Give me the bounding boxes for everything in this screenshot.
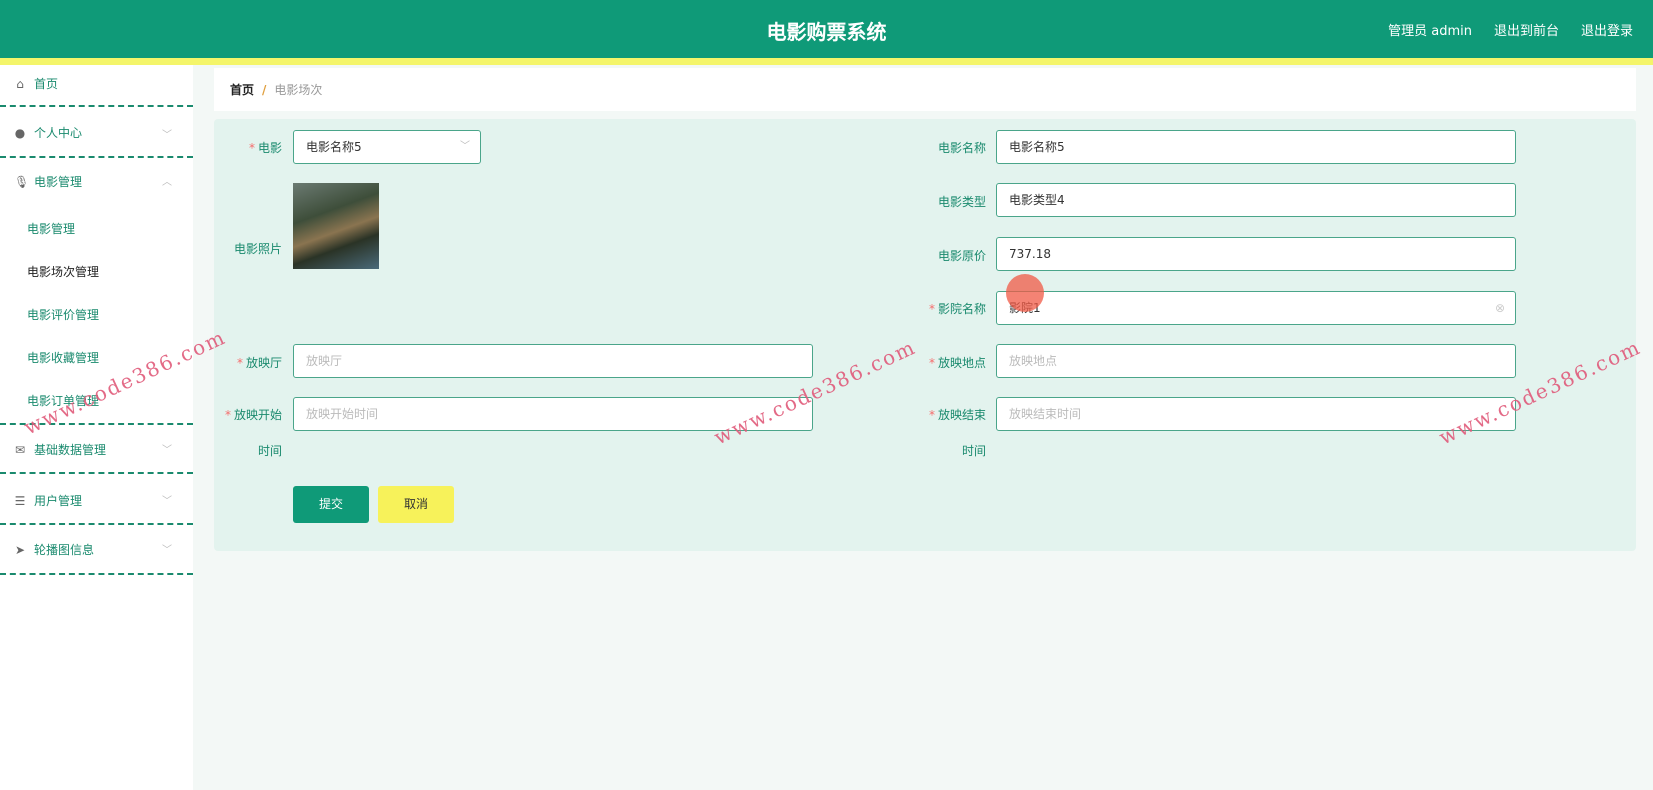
breadcrumb-current: 电影场次 bbox=[274, 83, 323, 97]
cursor-indicator bbox=[1006, 274, 1044, 312]
hall-input[interactable]: 放映厅 bbox=[293, 344, 813, 378]
user-icon: ● bbox=[14, 125, 26, 140]
sidebar-sub-favorite[interactable]: 电影收藏管理 bbox=[27, 349, 99, 366]
sidebar-item-personal[interactable]: ● 个人中心 bbox=[14, 124, 82, 141]
sidebar-sub-review[interactable]: 电影评价管理 bbox=[27, 306, 99, 323]
breadcrumb: 首页 / 电影场次 bbox=[214, 68, 1636, 111]
submit-button[interactable]: 提交 bbox=[293, 486, 369, 523]
top-header: 电影购票系统 管理员 admin 退出到前台 退出登录 bbox=[0, 0, 1653, 58]
home-icon: ⌂ bbox=[16, 76, 24, 91]
breadcrumb-home[interactable]: 首页 bbox=[230, 81, 254, 98]
mail-icon: ✉ bbox=[14, 442, 26, 457]
price-label: 电影原价 bbox=[937, 249, 986, 263]
type-input[interactable]: 电影类型4 bbox=[996, 183, 1516, 217]
logout-link[interactable]: 退出登录 bbox=[1581, 20, 1633, 39]
type-label: 电影类型 bbox=[937, 195, 986, 209]
sidebar-item-carousel[interactable]: ➤ 轮播图信息 bbox=[14, 541, 94, 558]
microphone-icon: 🎙 bbox=[14, 174, 30, 189]
sidebar-item-home[interactable]: ⌂ 首页 bbox=[14, 75, 58, 92]
sidebar-sub-session[interactable]: 电影场次管理 bbox=[27, 263, 99, 280]
movie-photo bbox=[293, 183, 379, 269]
cinema-input[interactable]: 影院1⊗ bbox=[996, 291, 1516, 325]
start-time-label-2: 时间 bbox=[257, 444, 282, 458]
divider bbox=[0, 573, 193, 575]
label: 基础数据管理 bbox=[34, 443, 107, 457]
label: 电影管理 bbox=[34, 175, 83, 189]
photo-label: 电影照片 bbox=[233, 242, 282, 256]
start-time-label: * 放映开始 bbox=[224, 408, 282, 422]
send-icon: ➤ bbox=[14, 542, 26, 557]
price-input[interactable]: 737.18 bbox=[996, 237, 1516, 271]
name-label: 电影名称 bbox=[937, 141, 986, 155]
movie-label: * 电影 bbox=[248, 141, 282, 155]
label: 首页 bbox=[34, 77, 59, 91]
divider bbox=[0, 472, 193, 474]
end-time-label: * 放映结束 bbox=[928, 408, 986, 422]
sidebar-item-movie-mgmt[interactable]: 🎙 电影管理 bbox=[14, 173, 82, 190]
cinema-label: * 影院名称 bbox=[928, 302, 986, 316]
label: 用户管理 bbox=[34, 494, 83, 508]
clear-icon[interactable]: ⊗ bbox=[1495, 292, 1505, 324]
label: 轮播图信息 bbox=[34, 543, 95, 557]
movie-select[interactable]: 电影名称5 ﹀ bbox=[293, 130, 481, 164]
chevron-up-icon: ︿ bbox=[162, 177, 172, 188]
header-stripe bbox=[0, 58, 1653, 65]
chevron-down-icon: ﹀ bbox=[162, 445, 172, 456]
divider bbox=[0, 156, 193, 158]
breadcrumb-separator: / bbox=[262, 82, 267, 97]
sidebar-item-basic-data[interactable]: ✉ 基础数据管理 bbox=[14, 441, 106, 458]
admin-user-link[interactable]: 管理员 admin bbox=[1388, 20, 1472, 39]
name-input[interactable]: 电影名称5 bbox=[996, 130, 1516, 164]
chevron-down-icon: ﹀ bbox=[162, 130, 172, 141]
chevron-down-icon: ﹀ bbox=[460, 141, 470, 152]
front-link[interactable]: 退出到前台 bbox=[1494, 20, 1559, 39]
place-input[interactable]: 放映地点 bbox=[996, 344, 1516, 378]
divider bbox=[0, 523, 193, 525]
chevron-down-icon: ﹀ bbox=[162, 545, 172, 556]
chevron-down-icon: ﹀ bbox=[162, 496, 172, 507]
label: 个人中心 bbox=[34, 126, 83, 140]
divider bbox=[0, 105, 193, 107]
end-time-label-2: 时间 bbox=[961, 444, 986, 458]
sidebar-item-users[interactable]: ☰ 用户管理 bbox=[14, 492, 82, 509]
menu-icon: ☰ bbox=[14, 493, 26, 508]
cancel-button[interactable]: 取消 bbox=[378, 486, 454, 523]
sidebar-sub-movie[interactable]: 电影管理 bbox=[27, 220, 75, 237]
